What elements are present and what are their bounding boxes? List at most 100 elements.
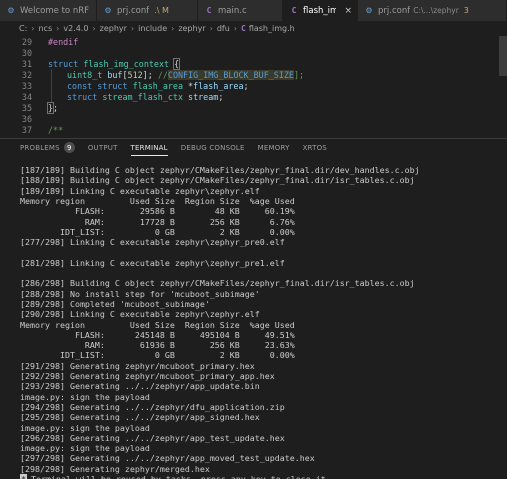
terminal-line: FLASH: 29586 B 48 KB 60.19%	[20, 206, 295, 217]
tab-memory[interactable]: MEMORY	[258, 139, 290, 157]
editor-tab-bar: ⚙ Welcome to nRF Connect ⚙ prj.conf .\ M…	[0, 0, 507, 21]
code-line: 29 #endif	[0, 36, 507, 47]
close-icon[interactable]: ×	[344, 6, 352, 16]
breadcrumb-item[interactable]: ncs	[38, 24, 52, 33]
code-text: uint8_t buf[512]; //CONFIG_IMG_BLOCK_BUF…	[67, 69, 305, 80]
terminal-line: image.py: sign the payload	[20, 391, 150, 402]
line-number: 29	[21, 36, 32, 47]
chevron-right-icon: ›	[56, 24, 60, 33]
tab-terminal[interactable]: TERMINAL	[130, 139, 168, 157]
tab-modified-indicator: .\ M	[154, 6, 169, 15]
tab-label: Welcome to nRF Connect	[20, 5, 91, 16]
tab-main-c[interactable]: C main.c	[198, 0, 283, 21]
tab-label: MEMORY	[257, 143, 290, 152]
line-number: 30	[21, 47, 32, 58]
code-text: /**	[48, 124, 64, 135]
gear-icon: ⚙	[365, 6, 373, 15]
line-number: 35	[21, 102, 32, 113]
chevron-right-icon: ›	[130, 24, 135, 33]
terminal-line: [187/189] Building C object zephyr/CMake…	[20, 165, 420, 175]
terminal-line: [277/298] Linking C executable zephyr\ze…	[20, 237, 285, 248]
tab-problems[interactable]: PROBLEMS 9	[20, 139, 75, 157]
tab-label: PROBLEMS	[20, 143, 60, 152]
indent-guide	[51, 91, 52, 102]
terminal-line: [286/298] Building C object zephyr/CMake…	[20, 278, 415, 289]
c-file-icon: C	[206, 6, 212, 15]
tab-label: flash_img.h	[303, 5, 336, 16]
tab-prj-conf-local[interactable]: ⚙ prj.conf .\ M	[97, 0, 198, 21]
chevron-right-icon: ›	[233, 24, 237, 33]
breadcrumb-item[interactable]: dfu	[217, 24, 230, 33]
code-editor[interactable]: 29 #endif 30 31 struct flash_img_context…	[0, 36, 507, 138]
tab-output[interactable]: OUTPUT	[88, 139, 118, 157]
terminal-line: RAM: 17728 B 256 KB 6.76%	[20, 216, 295, 227]
tab-label: DEBUG CONSOLE	[180, 143, 245, 152]
code-line: 34 struct stream_flash_ctx stream;	[0, 91, 507, 102]
chevron-right-icon: ›	[92, 24, 96, 33]
indent-guide	[51, 69, 52, 80]
c-file-icon: C	[240, 24, 246, 33]
line-number: 37	[21, 124, 32, 135]
terminal-line: [289/298] Completed 'mcuboot_subimage'	[20, 298, 210, 309]
terminal-line: [288/298] No install step for 'mcuboot_s…	[20, 288, 260, 299]
c-file-icon: C	[291, 6, 297, 15]
terminal-line: [188/189] Building C object zephyr/CMake…	[20, 175, 415, 186]
breadcrumb-item[interactable]: C:	[19, 24, 27, 33]
terminal-line: IDT_LIST: 0 GB 2 KB 0.00%	[20, 226, 295, 237]
code-line: 33 const struct flash_area *flash_area;	[0, 80, 507, 91]
terminal-line: IDT_LIST: 0 GB 2 KB 0.00%	[20, 350, 295, 361]
line-number: 34	[21, 91, 32, 102]
terminal-line: [189/189] Linking C executable zephyr\ze…	[20, 185, 260, 196]
terminal-line: FLASH: 245148 B 495104 B 49.51%	[20, 329, 295, 340]
chevron-right-icon: ›	[31, 24, 35, 33]
line-number: 33	[21, 80, 32, 91]
tab-debug-console[interactable]: DEBUG CONSOLE	[181, 139, 245, 157]
terminal-line: Memory region Used Size Region Size %age…	[20, 319, 295, 330]
tab-label: prj.conf	[117, 5, 150, 16]
terminal-line: [292/298] Generating zephyr/mcuboot_prim…	[20, 371, 275, 381]
terminal-output[interactable]: [187/189] Building C object zephyr/CMake…	[0, 156, 507, 479]
breadcrumb-item[interactable]: zephyr	[100, 24, 127, 33]
code-text: #endif	[48, 36, 79, 47]
tab-label: prj.conf	[378, 5, 411, 16]
tab-path: C:\...\zephyr	[413, 6, 459, 15]
terminal-close-message: * Terminal will be reused by tasks, press…	[20, 474, 331, 479]
breadcrumb: C: › ncs › v2.4.0 › zephyr › include › zephyr…	[0, 21, 507, 36]
line-number: 36	[21, 113, 32, 124]
line-number: 31	[21, 58, 32, 69]
problems-count-badge: 9	[63, 142, 75, 153]
breadcrumb-item[interactable]: include	[138, 24, 167, 33]
breadcrumb-item[interactable]: v2.4.0	[63, 24, 88, 33]
tab-label: main.c	[218, 5, 247, 16]
code-line: 36	[0, 113, 507, 124]
tab-label: TERMINAL	[130, 143, 168, 152]
terminal-line: [290/298] Linking C executable zephyr\ze…	[20, 309, 260, 320]
tab-label: OUTPUT	[87, 143, 118, 152]
terminal-line: image.py: sign the payload	[20, 422, 150, 433]
terminal-line: RAM: 61936 B 256 KB 23.63%	[20, 340, 295, 351]
tab-prj-conf-zephyr[interactable]: ⚙ prj.conf C:\...\zephyr 3	[358, 0, 507, 21]
chevron-right-icon: ›	[209, 24, 213, 33]
code-text: struct stream_flash_ctx stream;	[67, 91, 224, 102]
tab-flash-img-h[interactable]: C flash_img.h ×	[283, 0, 358, 21]
gear-icon: ⚙	[7, 6, 15, 15]
line-number: 32	[21, 69, 32, 80]
chevron-right-icon: ›	[171, 24, 175, 33]
terminal-line: Memory region Used Size Region Size %age…	[20, 195, 295, 206]
tab-welcome[interactable]: ⚙ Welcome to nRF Connect	[0, 0, 97, 21]
indent-guide	[51, 80, 52, 91]
code-text: };	[46, 101, 59, 114]
terminal-line: [281/298] Linking C executable zephyr\ze…	[20, 257, 285, 268]
breadcrumb-item[interactable]: zephyr	[178, 24, 205, 33]
editor-scrollbar[interactable]	[499, 36, 507, 76]
tab-xrtos[interactable]: XRTOS	[303, 139, 327, 157]
terminal-close-text: Terminal will be reused by tasks, press …	[31, 474, 331, 479]
code-line: 30	[0, 47, 507, 58]
terminal-line: [291/298] Generating zephyr/mcuboot_prim…	[20, 360, 255, 371]
terminal-line: [298/298] Generating zephyr/merged.hex	[20, 463, 210, 474]
tab-label: XRTOS	[302, 143, 327, 152]
terminal-line: [293/298] Generating ../../zephyr/app_up…	[20, 381, 260, 392]
breadcrumb-file[interactable]: flash_img.h	[249, 24, 295, 33]
code-text: const struct flash_area *flash_area;	[67, 80, 249, 91]
code-line: 37 /**	[0, 124, 507, 135]
